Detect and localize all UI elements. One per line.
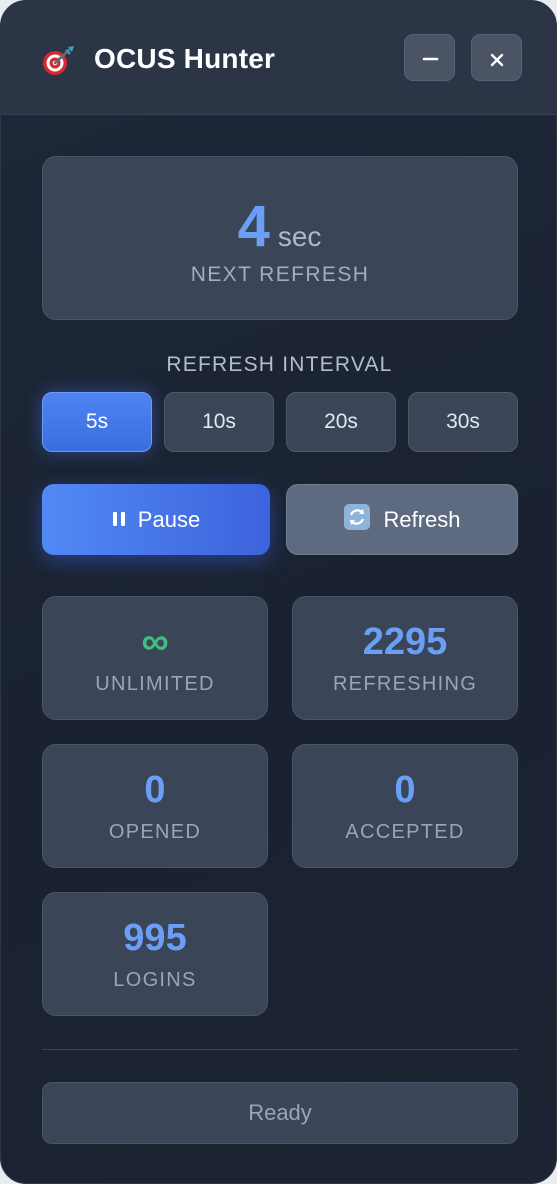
pause-label: Pause (137, 506, 201, 532)
countdown-label: NEXT REFRESH (190, 263, 370, 286)
status-bar: Ready (42, 1082, 518, 1144)
divider (42, 1049, 518, 1050)
app-title: OCUS Hunter (94, 43, 276, 74)
interval-5s-button[interactable]: 5s (42, 392, 152, 452)
stat-logins-label: LOGINS (113, 969, 197, 991)
stat-logins: 995 LOGINS (42, 892, 268, 1016)
refresh-button[interactable]: Refresh (286, 484, 518, 555)
refresh-label: Refresh (383, 506, 461, 532)
pause-button[interactable]: Pause (42, 484, 270, 555)
close-button[interactable] (471, 34, 522, 81)
stat-opened: 0 OPENED (42, 744, 268, 868)
title-bar: OCUS Hunter (1, 1, 556, 115)
stat-accepted-value: 0 (394, 769, 416, 811)
interval-30s-button[interactable]: 30s (408, 392, 518, 452)
app-window: OCUS Hunter 4 sec NEXT REFRESH REFRESH IN… (0, 0, 557, 1184)
stat-refreshing: 2295 REFRESHING (292, 596, 518, 720)
stat-unlimited-label: UNLIMITED (95, 673, 215, 695)
stat-refreshing-label: REFRESHING (332, 673, 478, 695)
interval-20s-button[interactable]: 20s (286, 392, 396, 452)
stat-unlimited: ∞ UNLIMITED (42, 596, 268, 720)
minimize-button[interactable] (404, 34, 455, 81)
stat-accepted-label: ACCEPTED (345, 821, 465, 843)
stat-refreshing-value: 2295 (362, 621, 448, 663)
countdown-value: 4 (237, 194, 270, 259)
countdown-unit: sec (277, 221, 322, 252)
stat-logins-value: 995 (123, 917, 187, 959)
stat-unlimited-value: ∞ (141, 621, 169, 663)
countdown-display: 4 sec (1, 193, 556, 260)
pause-icon (112, 507, 126, 533)
stat-accepted: 0 ACCEPTED (292, 744, 518, 868)
interval-10s-button[interactable]: 10s (164, 392, 274, 452)
stat-opened-value: 0 (144, 769, 166, 811)
refresh-icon (343, 503, 371, 537)
interval-label: REFRESH INTERVAL (166, 353, 393, 376)
target-dart-icon (41, 45, 75, 77)
stat-opened-label: OPENED (108, 821, 202, 843)
